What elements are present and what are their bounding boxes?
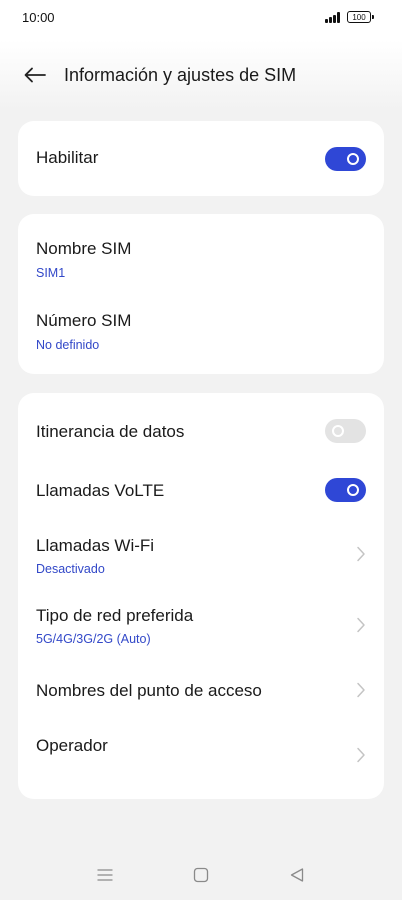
app-header: Información y ajustes de SIM (0, 40, 402, 110)
chevron-right-icon (357, 617, 365, 633)
preferred-network-row[interactable]: Tipo de red preferida 5G/4G/3G/2G (Auto) (18, 595, 384, 665)
status-time: 10:00 (22, 10, 55, 25)
enable-card: Habilitar (18, 121, 384, 196)
data-roaming-row[interactable]: Itinerancia de datos (18, 393, 384, 459)
data-roaming-label: Itinerancia de datos (36, 422, 185, 441)
data-roaming-toggle[interactable] (325, 419, 366, 443)
preferred-network-label: Tipo de red preferida (36, 606, 194, 625)
wifi-calling-row[interactable]: Llamadas Wi-Fi Desactivado (18, 525, 384, 595)
operator-label: Operador (36, 736, 108, 755)
sim-name-value: SIM1 (36, 266, 66, 280)
status-bar: 10:00 100 (0, 0, 402, 40)
operator-row[interactable]: Operador (18, 721, 384, 799)
menu-icon (97, 869, 113, 881)
sim-number-label: Número SIM (36, 311, 132, 330)
system-nav-bar (0, 850, 402, 900)
back-triangle-icon (290, 868, 304, 882)
chevron-right-icon (357, 682, 365, 698)
chevron-right-icon (357, 747, 365, 763)
enable-label: Habilitar (36, 148, 99, 167)
nav-back-button[interactable] (285, 864, 309, 886)
sim-name-label: Nombre SIM (36, 239, 132, 258)
toggle-knob (347, 484, 359, 496)
toggle-knob (347, 153, 359, 165)
home-icon (193, 867, 209, 883)
sim-settings-card: Itinerancia de datos Llamadas VoLTE Llam… (18, 393, 384, 799)
battery-icon: 100 (347, 11, 374, 23)
sim-number-row[interactable]: Número SIM No definido (18, 292, 384, 374)
sim-number-value: No definido (36, 338, 100, 352)
enable-toggle[interactable] (325, 147, 366, 171)
back-button[interactable] (20, 61, 50, 89)
signal-icon (325, 12, 343, 23)
sim-name-row[interactable]: Nombre SIM SIM1 (18, 214, 384, 292)
volte-toggle[interactable] (325, 478, 366, 502)
enable-row[interactable]: Habilitar (18, 121, 384, 196)
wifi-calling-label: Llamadas Wi-Fi (36, 536, 155, 555)
page-title: Información y ajustes de SIM (64, 65, 297, 85)
wifi-calling-value: Desactivado (36, 562, 105, 576)
battery-level: 100 (352, 12, 366, 22)
volte-row[interactable]: Llamadas VoLTE (18, 459, 384, 525)
preferred-network-value: 5G/4G/3G/2G (Auto) (36, 632, 151, 646)
volte-label: Llamadas VoLTE (36, 481, 165, 500)
back-arrow-icon (24, 67, 46, 83)
apn-label: Nombres del punto de acceso (36, 681, 262, 700)
recent-apps-button[interactable] (93, 864, 117, 886)
sim-info-card: Nombre SIM SIM1 Número SIM No definido (18, 214, 384, 374)
apn-row[interactable]: Nombres del punto de acceso (18, 665, 384, 721)
home-button[interactable] (189, 864, 213, 886)
toggle-knob (332, 425, 344, 437)
chevron-right-icon (357, 546, 365, 562)
